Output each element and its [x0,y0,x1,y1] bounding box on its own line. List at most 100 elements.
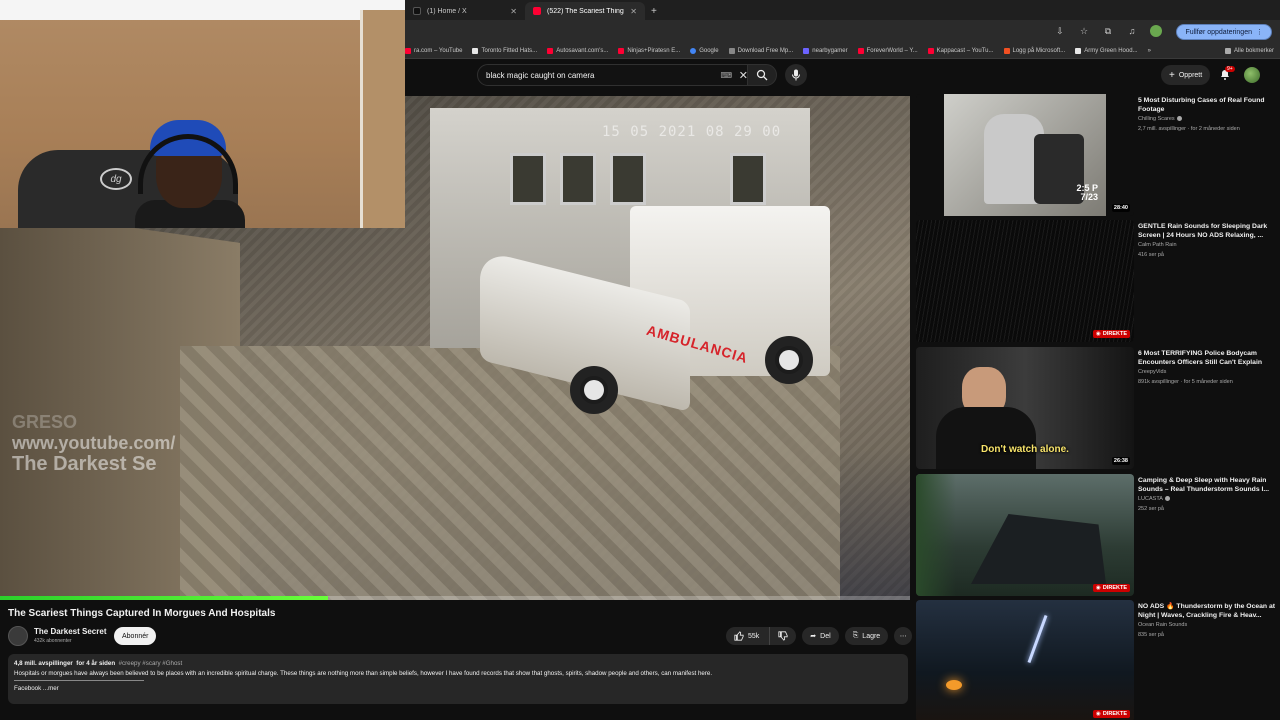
search-button[interactable] [747,64,777,86]
video-thumbnail[interactable]: Don't watch alone. 26:38 [916,347,1134,469]
video-title: The Scariest Things Captured In Morgues … [8,608,276,619]
thumbs-down-icon [778,631,788,641]
live-icon: ◉ [1096,711,1101,717]
channel-avatar[interactable] [8,626,28,646]
bookmark-item[interactable]: Download Free Mp... [728,48,793,54]
bookmark-item[interactable]: Autosavant.com's... [547,48,608,54]
live-badge: ◉ DIREKTE [1093,330,1130,338]
bookmark-item[interactable]: Kappacast – YouTu... [927,48,994,54]
video-thumbnail[interactable]: ◉ DIREKTE [916,220,1134,342]
create-button[interactable]: + Opprett [1161,65,1211,85]
bookmark-item[interactable]: Army Green Hood... [1075,48,1138,54]
media-controls-icon[interactable]: ♫ [1126,25,1138,37]
recommendation-item[interactable]: ◉ DIREKTE Camping & Deep Sleep with Heavy… [916,474,1278,596]
bookmark-favicon [547,48,554,54]
channel-name[interactable]: The Darkest Secret [34,627,106,636]
recommendation-item[interactable]: ◉ DIREKTE NO ADS 🔥 Thunderstorm by the Oc… [916,600,1278,720]
browser-tab-bar: (1) Home / X ✕ (522) The Scariest Things… [405,0,1280,20]
recommendation-item[interactable]: 2:5 P 7/23 28:40 5 Most Disturbing Cases… [916,94,1278,216]
bookmark-item[interactable]: Google [690,48,719,54]
video-thumbnail[interactable]: ◉ DIREKTE [916,600,1134,720]
verified-icon [1176,116,1182,122]
recommendation-channel[interactable]: CreepyVids [1138,369,1166,375]
voice-search-button[interactable] [785,64,807,86]
live-badge: ◉ DIREKTE [1093,710,1130,718]
bookmark-item[interactable]: Ninjas+Piratesn E... [618,48,680,54]
more-horiz-icon: ⋯ [899,633,907,640]
dislike-button[interactable] [769,627,797,645]
video-description[interactable]: 4,8 mill. avspillinger for 4 år siden #c… [8,654,908,704]
thumbs-up-icon [734,631,744,641]
bookmark-item[interactable]: Logg på Microsoft... [1003,48,1065,54]
recommendation-channel[interactable]: Ocean Rain Sounds [1138,622,1187,628]
thumbnail-overlay-text: 2:5 P 7/23 [1076,183,1098,202]
video-progress-fill [0,596,328,600]
recommendations-sidebar: 2:5 P 7/23 28:40 5 Most Disturbing Cases… [916,94,1278,720]
video-duration: 28:40 [1111,204,1130,212]
webcam-overlay: dg [0,0,405,228]
bookmark-item[interactable]: nearbygamer [803,48,848,54]
install-app-icon[interactable]: ⇩ [1054,25,1066,37]
close-tab-icon[interactable]: ✕ [630,7,637,16]
live-icon: ◉ [1096,585,1101,591]
video-progress-bar[interactable] [0,596,910,600]
bookmark-item[interactable]: ForeverWorld – Y... [857,48,918,54]
view-count: 4,8 mill. avspillinger [14,660,73,667]
bookmark-favicon [405,48,411,54]
share-button[interactable]: ➦ Del [802,627,839,645]
show-more-link[interactable]: ...mer [43,685,59,692]
update-browser-button[interactable]: Fullfør oppdateringen ⋮ [1176,24,1272,40]
bookmark-item[interactable]: ra.com – YouTube [405,48,462,54]
share-icon: ➦ [810,633,817,640]
recommendation-meta: 835 ser på [1138,632,1164,638]
tab-youtube-video[interactable]: (522) The Scariest Things ✕ [525,2,645,20]
browser-toolbar: ⇩ ☆ ⧉ ♫ Fullfør oppdateringen ⋮ [405,20,1280,44]
profile-icon[interactable] [1150,25,1162,37]
save-icon: ⎘ [852,632,859,639]
recommendation-item[interactable]: ◉ DIREKTE GENTLE Rain Sounds for Sleeping… [916,220,1278,342]
recommendation-item[interactable]: Don't watch alone. 26:38 6 Most TERRIFYI… [916,347,1278,469]
tab-x-home[interactable]: (1) Home / X ✕ [405,2,525,20]
account-avatar[interactable] [1244,67,1260,83]
all-bookmarks-button[interactable]: Alle bokmerker [1224,48,1274,54]
bookmark-star-icon[interactable]: ☆ [1078,25,1090,37]
like-button[interactable]: 55k [726,627,770,645]
channel-subscriber-count: 432k abonnenter [34,638,72,644]
bookmark-favicon [1075,48,1082,54]
video-actions: 55k ➦ Del ⎘ Lagre ⋯ [726,627,913,645]
more-vert-icon: ⋮ [1256,29,1263,36]
keyboard-icon[interactable]: ⌨ [720,71,732,80]
like-count: 55k [748,632,760,640]
bookmarks-bar: ra.com – YouTube Toronto Fitted Hats... … [405,44,1280,59]
video-thumbnail[interactable]: 2:5 P 7/23 28:40 [916,94,1134,216]
search-query: black magic caught on camera [486,70,595,80]
recommendation-channel[interactable]: Calm Path Rain [1138,242,1177,248]
close-tab-icon[interactable]: ✕ [510,7,517,16]
recommendation-title[interactable]: GENTLE Rain Sounds for Sleeping Dark Scr… [1138,222,1278,240]
live-icon: ◉ [1096,331,1101,337]
recommendation-title[interactable]: 6 Most TERRIFYING Police Bodycam Encount… [1138,349,1278,367]
recommendation-title[interactable]: 5 Most Disturbing Cases of Real Found Fo… [1138,96,1278,114]
new-tab-button[interactable]: + [645,2,663,20]
chair-logo: dg [100,168,132,190]
live-badge: ◉ DIREKTE [1093,584,1130,592]
save-button[interactable]: ⎘ Lagre [844,627,889,645]
bookmark-item[interactable]: Toronto Fitted Hats... [472,48,537,54]
hashtags: #creepy #scary #Ghost [118,660,183,667]
recommendation-channel[interactable]: Chilling Scares [1138,116,1175,122]
subscribe-button[interactable]: Abonnér [114,627,157,645]
bookmarks-more-button[interactable]: » [1148,48,1151,54]
bookmark-favicon [472,48,479,54]
verified-icon [1164,496,1170,502]
search-input[interactable]: black magic caught on camera ⌨ ✕ [477,64,755,86]
x-icon [413,7,421,15]
recommendation-channel[interactable]: LUCASTA [1138,496,1163,502]
video-thumbnail[interactable]: ◉ DIREKTE [916,474,1134,596]
more-actions-button[interactable]: ⋯ [894,627,913,645]
recommendation-title[interactable]: NO ADS 🔥 Thunderstorm by the Ocean at Ni… [1138,602,1278,620]
extensions-icon[interactable]: ⧉ [1102,25,1114,37]
recommendation-title[interactable]: Camping & Deep Sleep with Heavy Rain Sou… [1138,476,1278,494]
folder-icon [1224,48,1231,54]
video-watermark: GRESO www.youtube.com/ The Darkest Se [12,412,176,476]
facebook-link[interactable]: Facebook [14,685,41,692]
